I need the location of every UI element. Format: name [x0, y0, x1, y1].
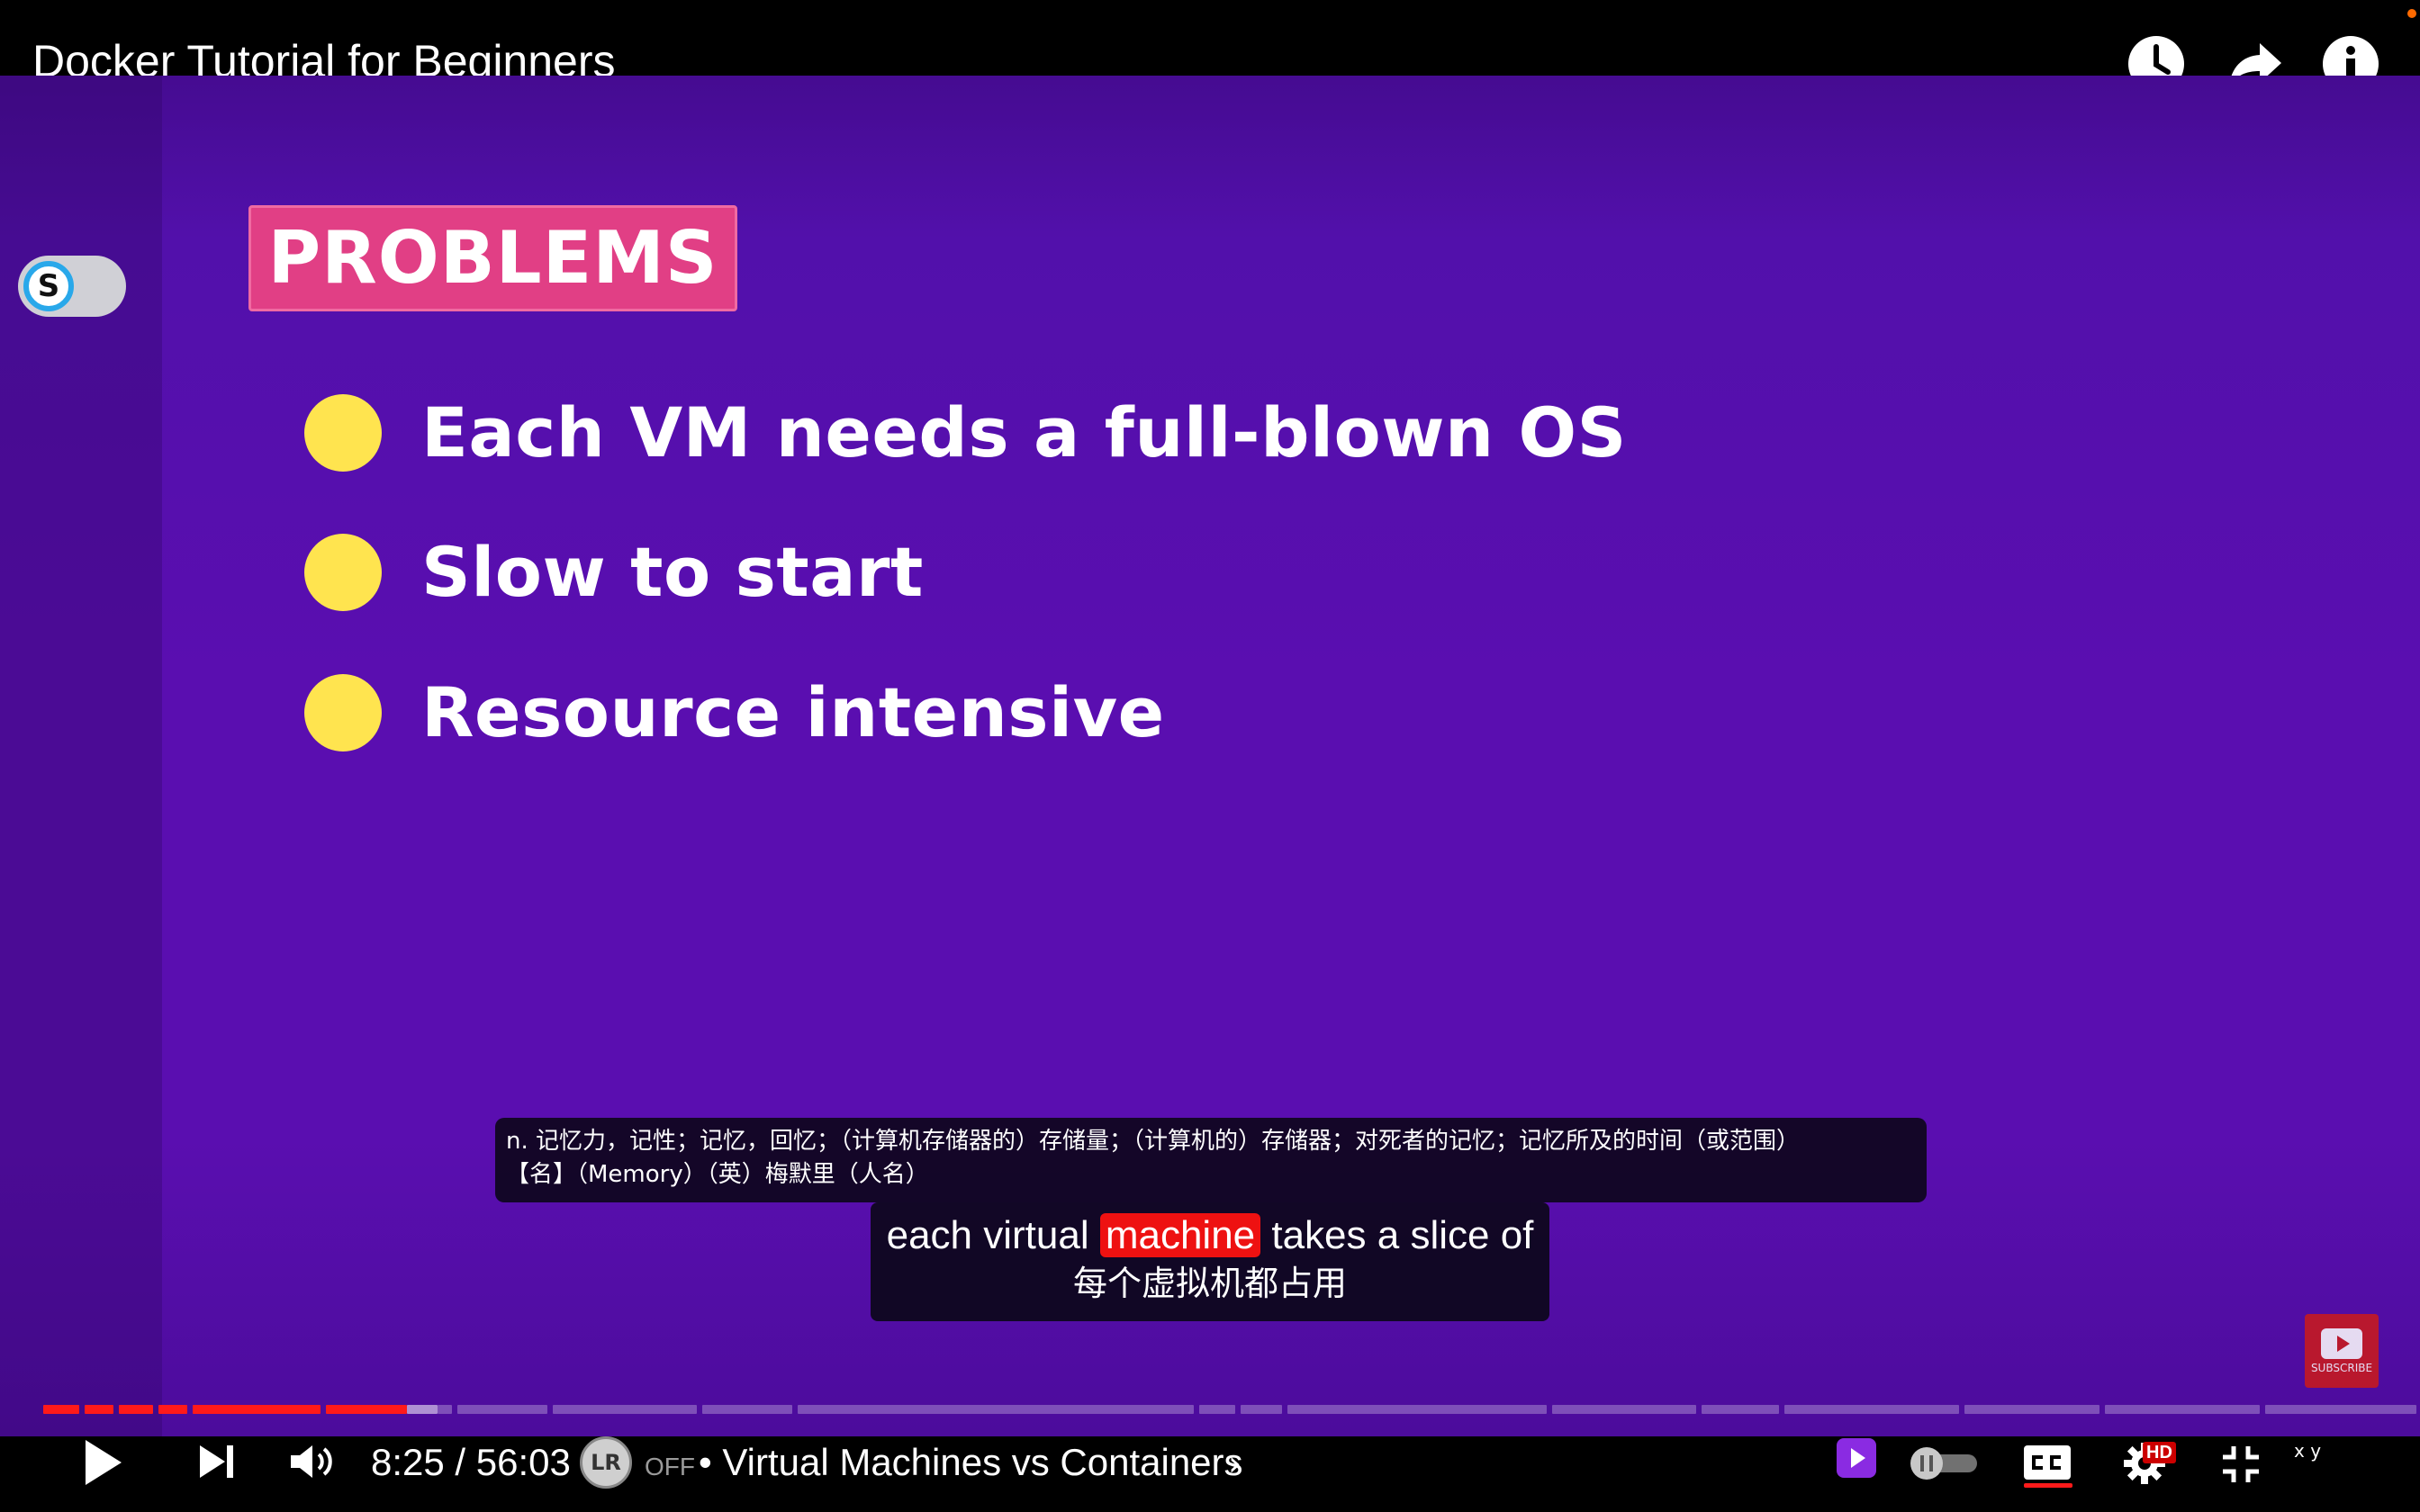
play-icon: [86, 1440, 122, 1485]
volume-icon: [291, 1445, 332, 1478]
chapter-segment[interactable]: [326, 1405, 407, 1414]
miniplayer-button[interactable]: [1835, 1436, 1878, 1480]
skip-next-icon: [200, 1445, 233, 1478]
chapter-segment[interactable]: [553, 1405, 697, 1414]
chapter-segment[interactable]: [119, 1405, 153, 1414]
chapter-segment[interactable]: [702, 1405, 792, 1414]
chapter-segment[interactable]: [1964, 1405, 2099, 1414]
purple-play-icon: [1837, 1438, 1876, 1478]
play-icon: [2321, 1328, 2362, 1359]
pause-toggle-icon: [1910, 1447, 1977, 1480]
exit-fullscreen-icon: [2223, 1446, 2259, 1482]
cc-icon: [2024, 1445, 2071, 1480]
notification-dot: [2407, 9, 2416, 18]
subtitle-text[interactable]: takes a slice of: [1260, 1213, 1533, 1257]
extension-toggle-knob: S: [23, 261, 74, 311]
bullet-text: Each VM needs a full-blown OS: [421, 392, 1627, 472]
bullet-item: Slow to start: [304, 534, 924, 611]
chapter-segment[interactable]: [1702, 1405, 1779, 1414]
bullet-dot: [304, 534, 382, 611]
chapter-segment[interactable]: [1241, 1405, 1282, 1414]
subtitle-english: each virtual machine takes a slice of: [871, 1211, 1549, 1260]
captions-button[interactable]: [2022, 1444, 2072, 1481]
language-reactor-logo[interactable]: LR: [580, 1436, 632, 1489]
time-display: 8:25 / 56:03: [371, 1441, 571, 1483]
chapter-segment[interactable]: [1199, 1405, 1235, 1414]
volume-button[interactable]: [286, 1440, 337, 1483]
play-button[interactable]: [81, 1435, 126, 1490]
bullet-text: Resource intensive: [421, 672, 1165, 752]
dictionary-popup[interactable]: n. 记忆力，记性；记忆，回忆；（计算机存储器的）存储量；（计算机的）存储器；对…: [495, 1118, 1927, 1202]
autoplay-toggle[interactable]: [1909, 1444, 1981, 1483]
subtitle-translation: 每个虚拟机都占用: [1072, 1264, 1347, 1303]
dictionary-alt-meaning: 【名】（Memory）（英）梅默里（人名）: [506, 1161, 929, 1188]
subscribe-watermark[interactable]: SUBSCRIBE: [2305, 1314, 2379, 1388]
dictionary-definition: n. 记忆力，记性；记忆，回忆；（计算机存储器的）存储量；（计算机的）存储器；对…: [506, 1128, 1801, 1155]
buffered-segment[interactable]: [407, 1405, 438, 1414]
chevron-right-icon[interactable]: ›: [1228, 1444, 1242, 1483]
hd-badge: HD: [2143, 1442, 2176, 1463]
extension-toggle[interactable]: S: [18, 256, 126, 317]
subscribe-label: SUBSCRIBE: [2310, 1362, 2373, 1374]
bullet-item: Each VM needs a full-blown OS: [304, 394, 1627, 472]
chapter-segment[interactable]: [158, 1405, 187, 1414]
lr-state-label[interactable]: OFF: [645, 1453, 695, 1481]
chapter-segment[interactable]: [1784, 1405, 1959, 1414]
chapter-title[interactable]: • Virtual Machines vs Containers: [699, 1440, 1243, 1485]
subtitle-text[interactable]: each virtual: [887, 1213, 1100, 1257]
problems-badge: PROBLEMS: [248, 205, 737, 311]
xy-extension-label[interactable]: x y: [2294, 1440, 2337, 1480]
chapter-segment[interactable]: [798, 1405, 1194, 1414]
chapter-segment[interactable]: [2105, 1405, 2260, 1414]
top-bar: Docker Tutorial for Beginners: [0, 0, 2420, 92]
bullet-dot: [304, 394, 382, 472]
problems-badge-label: PROBLEMS: [267, 216, 718, 300]
chapter-segment[interactable]: [193, 1405, 321, 1414]
captions-active-indicator: [2024, 1483, 2072, 1488]
bullet-item: Resource intensive: [304, 674, 1165, 752]
chapter-segment[interactable]: [2265, 1405, 2416, 1414]
chapter-segment[interactable]: [457, 1405, 547, 1414]
chapter-segment[interactable]: [1287, 1405, 1547, 1414]
chapter-segment[interactable]: [85, 1405, 113, 1414]
chapter-segment[interactable]: [438, 1405, 452, 1414]
chapter-segment[interactable]: [43, 1405, 79, 1414]
progress-bar[interactable]: [43, 1405, 2416, 1414]
extension-logo-icon: S: [37, 268, 60, 304]
chapter-segment[interactable]: [1552, 1405, 1696, 1414]
exit-fullscreen-button[interactable]: [2218, 1442, 2263, 1487]
next-button[interactable]: [194, 1440, 238, 1483]
subtitle-highlight-word[interactable]: machine: [1099, 1213, 1261, 1257]
bullet-text: Slow to start: [421, 532, 924, 612]
bullet-dot: [304, 674, 382, 752]
subtitle-box: each virtual machine takes a slice of 每个…: [871, 1202, 1549, 1321]
